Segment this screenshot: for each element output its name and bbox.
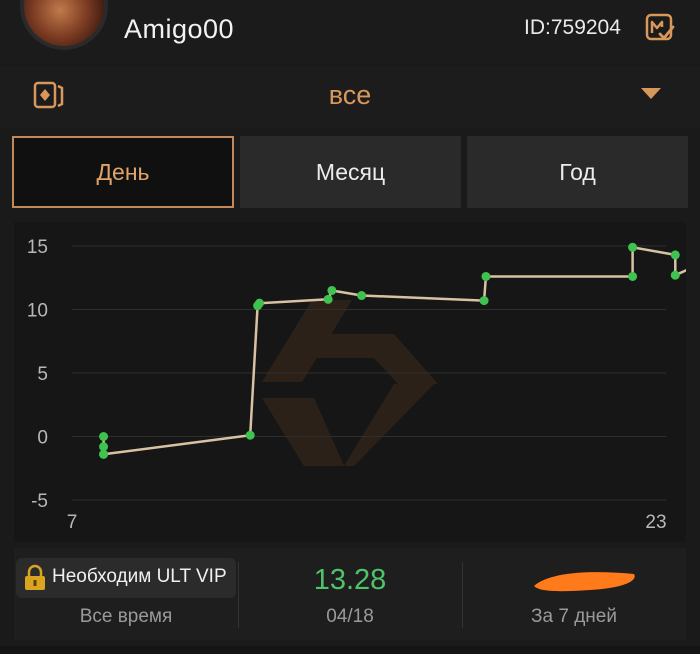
data-point[interactable] bbox=[323, 294, 333, 304]
y-tick-label: 5 bbox=[37, 364, 48, 385]
data-point[interactable] bbox=[245, 430, 255, 440]
bottom-strip bbox=[0, 646, 700, 654]
last-7-days-label: За 7 дней bbox=[531, 606, 617, 627]
data-point[interactable] bbox=[670, 250, 680, 260]
tab-day[interactable]: День bbox=[12, 136, 234, 208]
all-time-label: Все время bbox=[79, 606, 173, 627]
data-point[interactable] bbox=[479, 296, 489, 306]
user-id: ID:759204 bbox=[524, 16, 621, 39]
data-point[interactable] bbox=[99, 449, 109, 459]
data-point[interactable] bbox=[357, 291, 367, 301]
chart-panel: 15 10 5 0 -5 7 23 bbox=[14, 222, 699, 542]
data-point[interactable] bbox=[628, 242, 638, 252]
x-tick-label: 23 bbox=[645, 512, 666, 533]
triangle-down-icon[interactable] bbox=[641, 88, 661, 99]
redaction-mark bbox=[534, 572, 635, 592]
username: Amigo00 bbox=[124, 14, 235, 44]
filter-selected-value[interactable]: все bbox=[0, 80, 700, 111]
data-point[interactable] bbox=[254, 298, 264, 308]
tab-year[interactable]: Год bbox=[467, 136, 688, 208]
data-point[interactable] bbox=[628, 271, 638, 281]
avatar[interactable] bbox=[20, 0, 108, 50]
line-chart: 15 10 5 0 -5 7 23 bbox=[27, 237, 699, 533]
stat-value: 13.28 bbox=[313, 564, 387, 596]
vip-required-badge[interactable]: Необходим ULT VIP bbox=[16, 558, 236, 598]
vip-required-text: Необходим ULT VIP bbox=[52, 566, 227, 587]
data-point[interactable] bbox=[481, 271, 491, 281]
data-point[interactable] bbox=[327, 285, 337, 295]
x-tick-label: 7 bbox=[67, 512, 78, 533]
y-tick-label: -5 bbox=[31, 491, 48, 512]
y-tick-label: 15 bbox=[27, 237, 48, 258]
watermark-logo bbox=[262, 300, 438, 466]
y-tick-label: 10 bbox=[27, 301, 48, 322]
data-point[interactable] bbox=[99, 432, 109, 441]
data-point[interactable] bbox=[670, 270, 680, 280]
profile-header: Amigo00 ID:759204 bbox=[0, 0, 700, 62]
game-filter-bar[interactable]: все bbox=[0, 66, 700, 128]
stats-panel: Необходим ULT VIP Все время 13.28 04/18 … bbox=[14, 548, 686, 640]
verified-m-icon[interactable] bbox=[645, 12, 675, 42]
lock-icon bbox=[25, 564, 45, 590]
y-tick-label: 0 bbox=[37, 428, 48, 449]
stat-date: 04/18 bbox=[326, 606, 374, 627]
tab-month[interactable]: Месяц bbox=[240, 136, 461, 208]
